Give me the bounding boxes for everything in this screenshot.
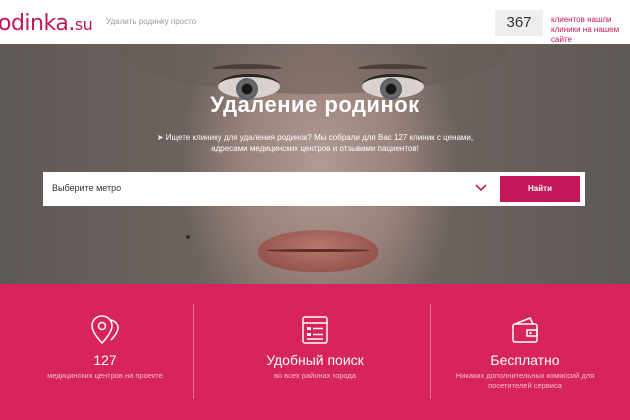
feature-free: Бесплатно Никаких дополнительных комисси…: [420, 284, 630, 420]
hero-photo-shade-left: [0, 44, 220, 284]
site-logo[interactable]: odinka.su: [0, 11, 93, 37]
hero-photo-shade-right: [410, 44, 630, 284]
chevron-down-icon: [475, 184, 487, 192]
hero-section: Удаление родинок ➤ Ищете клинику для уда…: [0, 44, 630, 284]
site-header: odinka.su Удалить родинку просто 367 кли…: [0, 0, 630, 44]
hero-photo-mole: [186, 235, 190, 239]
map-pins-icon: [91, 315, 119, 345]
hero-photo-lip-line: [266, 249, 370, 252]
logo-tld: su: [74, 15, 93, 34]
site-tagline: Удалить родинку просто: [106, 17, 197, 26]
metro-select[interactable]: Выберите метро: [43, 172, 495, 206]
clients-counter: 367: [495, 10, 543, 36]
feature-clinics-subtitle: медицинских центров на проекте: [47, 371, 163, 380]
search-list-icon: [302, 316, 328, 344]
logo-main: odinka.: [0, 11, 75, 36]
metro-select-label: Выберите метро: [52, 183, 122, 193]
find-button[interactable]: Найти: [500, 176, 580, 202]
hero-title: Удаление родинок: [210, 92, 420, 117]
hero-photo-brow-left: [212, 64, 282, 74]
feature-free-subtitle: Никаких дополнительных комиссий для посе…: [455, 371, 595, 390]
feature-clinics: 127 медицинских центров на проекте: [0, 284, 210, 420]
hero-description: ➤ Ищете клинику для удаления родинок? Мы…: [156, 133, 474, 153]
wallet-icon: [512, 317, 538, 343]
feature-clinics-title: 127: [93, 352, 117, 368]
feature-divider: [193, 304, 194, 399]
feature-search-title: Удобный поиск: [266, 352, 364, 368]
features-section: 127 медицинских центров на проекте Удобн…: [0, 284, 630, 420]
feature-search: Удобный поиск во всех районах города: [210, 284, 420, 420]
clients-counter-caption: клиентов нашли клиники на нашем сайте: [551, 15, 620, 44]
hero-photo-brow-right: [358, 64, 428, 74]
search-bar: Выберите метро Найти: [43, 172, 585, 206]
feature-free-title: Бесплатно: [490, 352, 560, 368]
feature-search-subtitle: во всех районах города: [274, 371, 356, 380]
